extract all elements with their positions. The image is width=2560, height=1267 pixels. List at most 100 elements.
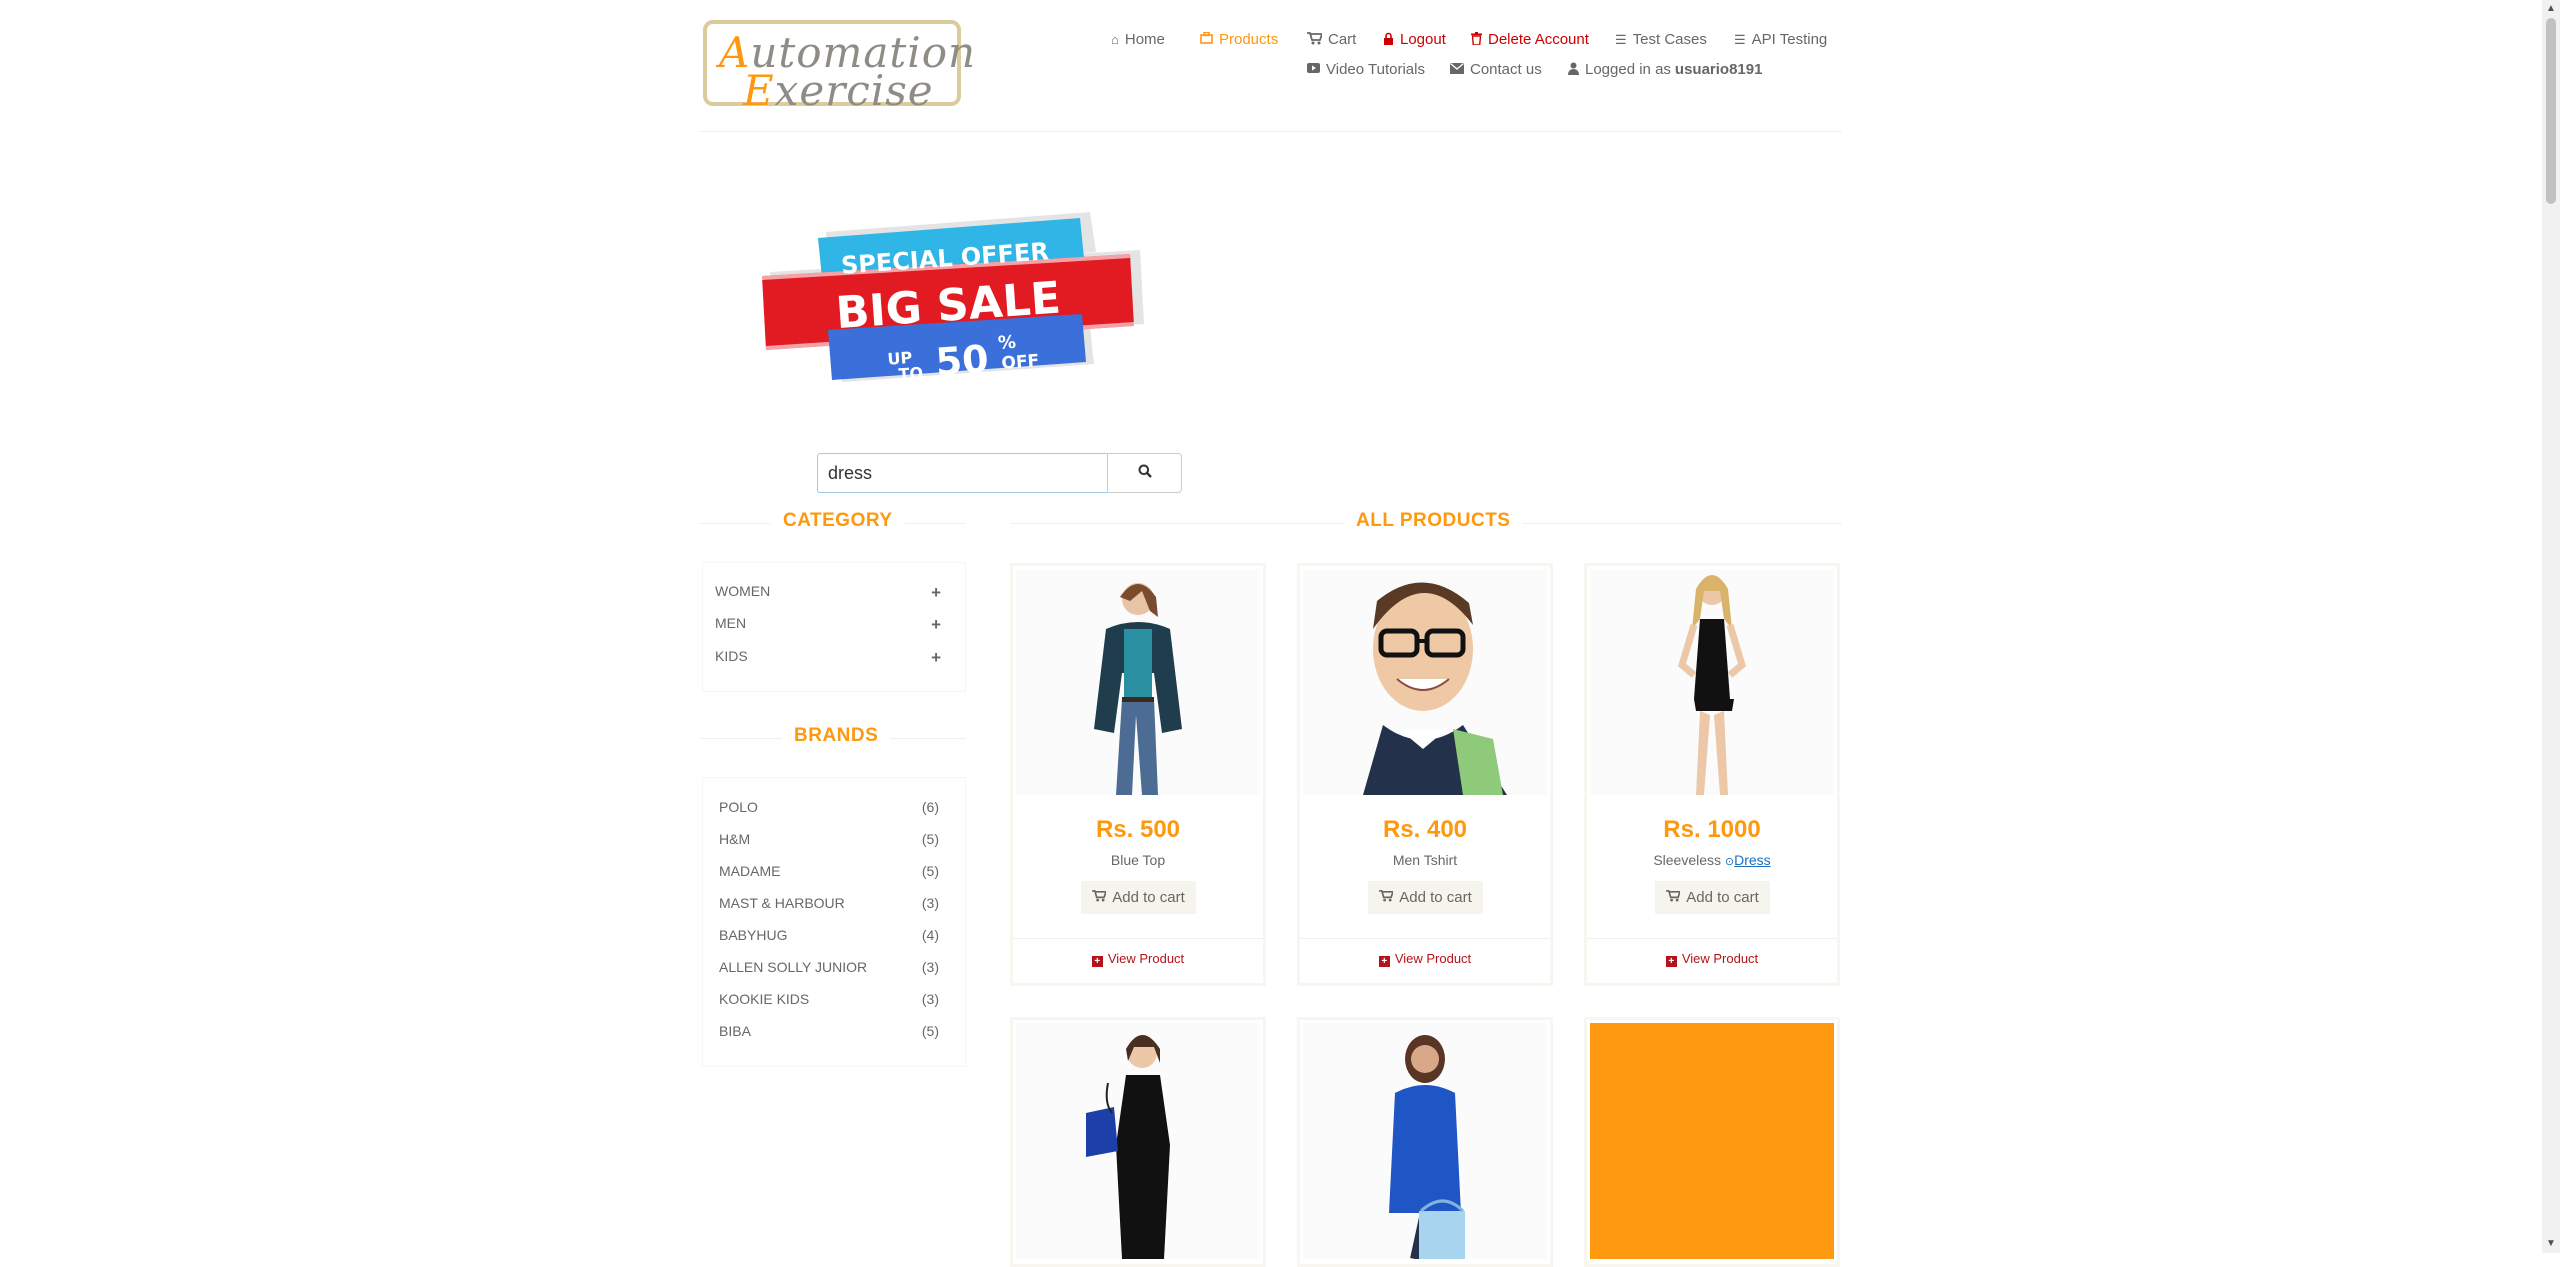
search-button[interactable] [1107, 453, 1182, 493]
brands-panel: POLO (6) H&M (5) MADAME (5) MAST & HARBOUR (… [702, 777, 966, 1067]
scroll-down-icon[interactable]: ▼ [2542, 1235, 2560, 1253]
nav-home[interactable]: ⌂ Home [1111, 31, 1165, 48]
product-card [1010, 1017, 1266, 1267]
cart-icon [1666, 889, 1682, 906]
brand-item[interactable]: ALLEN SOLLY JUNIOR (3) [719, 959, 939, 975]
brand-item[interactable]: H&M (5) [719, 831, 939, 847]
nav-logout-label: Logout [1400, 31, 1446, 48]
brand-item[interactable]: POLO (6) [719, 799, 939, 815]
nav-api-testing-label: API Testing [1751, 31, 1828, 48]
brand-name: ALLEN SOLLY JUNIOR [719, 959, 868, 975]
brand-count: (5) [921, 1023, 939, 1039]
nav-products[interactable]: Products [1200, 31, 1278, 48]
product-price: Rs. 400 [1382, 816, 1468, 843]
banner-percent: % [997, 332, 1016, 354]
product-card [1297, 1017, 1553, 1267]
nav-products-label: Products [1219, 31, 1279, 48]
trash-icon [1471, 31, 1482, 48]
dictionary-lookup-icon[interactable]: ⊙ [1725, 856, 1734, 868]
category-panel: WOMEN + MEN + KIDS + [702, 562, 966, 692]
add-to-cart-button[interactable]: Add to cart [1081, 881, 1196, 914]
brand-name: KOOKIE KIDS [719, 991, 810, 1007]
category-title: CATEGORY [771, 510, 905, 532]
brand-count: (5) [921, 831, 939, 847]
view-product-link[interactable]: + View Product [1013, 951, 1263, 967]
category-men-label: MEN [715, 615, 747, 631]
lock-icon [1383, 32, 1394, 48]
category-men[interactable]: MEN + [715, 615, 941, 635]
scroll-up-icon[interactable]: ▲ [2542, 0, 2560, 18]
product-name: Men Tshirt [1392, 852, 1458, 868]
brand-count: (4) [921, 927, 939, 943]
username: usuario8191 [1674, 61, 1763, 78]
product-card [1584, 1017, 1840, 1267]
product-image[interactable] [1016, 1023, 1260, 1259]
nav-cart-label: Cart [1328, 31, 1357, 48]
brand-name: POLO [719, 799, 758, 815]
brand-item[interactable]: BIBA (5) [719, 1023, 939, 1039]
product-card: Rs. 400 Men Tshirt Add to cart + View Pro… [1297, 563, 1553, 986]
nav-video-tutorials-label: Video Tutorials [1326, 61, 1425, 78]
site-logo[interactable]: Automation Exercise [703, 20, 975, 115]
add-to-cart-button[interactable]: Add to cart [1655, 881, 1770, 914]
nav-video-tutorials[interactable]: Video Tutorials [1307, 61, 1425, 78]
product-image[interactable] [1016, 569, 1260, 795]
brand-name: BABYHUG [719, 927, 788, 943]
brands-title: BRANDS [782, 725, 891, 747]
add-to-cart-button[interactable]: Add to cart [1368, 881, 1483, 914]
logo-line-2: Exercise [743, 66, 934, 115]
brand-item[interactable]: MAST & HARBOUR (3) [719, 895, 939, 911]
view-product-label: View Product [1107, 951, 1185, 966]
search-input[interactable] [817, 453, 1111, 493]
logo-text-2: xercise [774, 66, 934, 115]
view-product-link[interactable]: + View Product [1300, 951, 1550, 967]
brand-count: (6) [921, 799, 939, 815]
product-price: Rs. 500 [1095, 816, 1181, 843]
header-divider [700, 131, 1842, 132]
add-to-cart-label: Add to cart [1112, 889, 1185, 906]
product-price: Rs. 1000 [1663, 816, 1761, 843]
card-divider [1587, 938, 1837, 939]
nav-contact-us-label: Contact us [1470, 61, 1542, 78]
list-icon: ☰ [1734, 31, 1746, 47]
product-image[interactable] [1303, 1023, 1547, 1259]
product-image[interactable] [1303, 569, 1547, 795]
user-icon [1568, 62, 1579, 78]
plus-icon[interactable]: + [931, 648, 941, 668]
product-image[interactable] [1590, 569, 1834, 795]
category-women[interactable]: WOMEN + [715, 583, 941, 603]
nav-contact-us[interactable]: Contact us [1450, 61, 1542, 78]
brand-name: BIBA [719, 1023, 751, 1039]
category-women-label: WOMEN [715, 583, 771, 599]
highlighted-search-term-link[interactable]: Dress [1734, 852, 1771, 868]
scrollbar-thumb[interactable] [2546, 18, 2556, 204]
nav-delete-account[interactable]: Delete Account [1471, 31, 1589, 48]
nav-logged-in: Logged in as usuario8191 [1568, 61, 1762, 78]
logo-initial-e: E [743, 66, 775, 115]
list-icon: ☰ [1615, 31, 1627, 47]
plus-square-icon: + [1665, 956, 1677, 967]
category-kids[interactable]: KIDS + [715, 648, 941, 668]
plus-icon[interactable]: + [931, 615, 941, 635]
page-scrollbar[interactable]: ▲ ▼ [2542, 0, 2560, 1253]
plus-icon[interactable]: + [931, 583, 941, 603]
product-image[interactable] [1590, 1023, 1834, 1259]
nav-home-label: Home [1124, 31, 1165, 48]
category-kids-label: KIDS [715, 648, 748, 664]
plus-square-icon: + [1091, 956, 1103, 967]
sale-banner: SPECIAL OFFER BIG SALE UP TO 50 % OFF [762, 212, 1144, 384]
card-divider [1300, 938, 1550, 939]
view-product-link[interactable]: + View Product [1587, 951, 1837, 967]
nav-logout[interactable]: Logout [1383, 31, 1446, 48]
banner-to: TO [898, 363, 924, 384]
nav-cart[interactable]: Cart [1307, 31, 1356, 48]
nav-api-testing[interactable]: ☰ API Testing [1734, 31, 1827, 48]
product-name-prefix: Sleeveless [1653, 852, 1722, 868]
brand-count: (3) [921, 895, 939, 911]
cart-icon [1379, 889, 1395, 906]
product-card: Rs. 1000 Sleeveless ⊙Dress Add to cart +… [1584, 563, 1840, 986]
brand-item[interactable]: MADAME (5) [719, 863, 939, 879]
nav-test-cases[interactable]: ☰ Test Cases [1615, 31, 1707, 48]
brand-item[interactable]: BABYHUG (4) [719, 927, 939, 943]
brand-item[interactable]: KOOKIE KIDS (3) [719, 991, 939, 1007]
